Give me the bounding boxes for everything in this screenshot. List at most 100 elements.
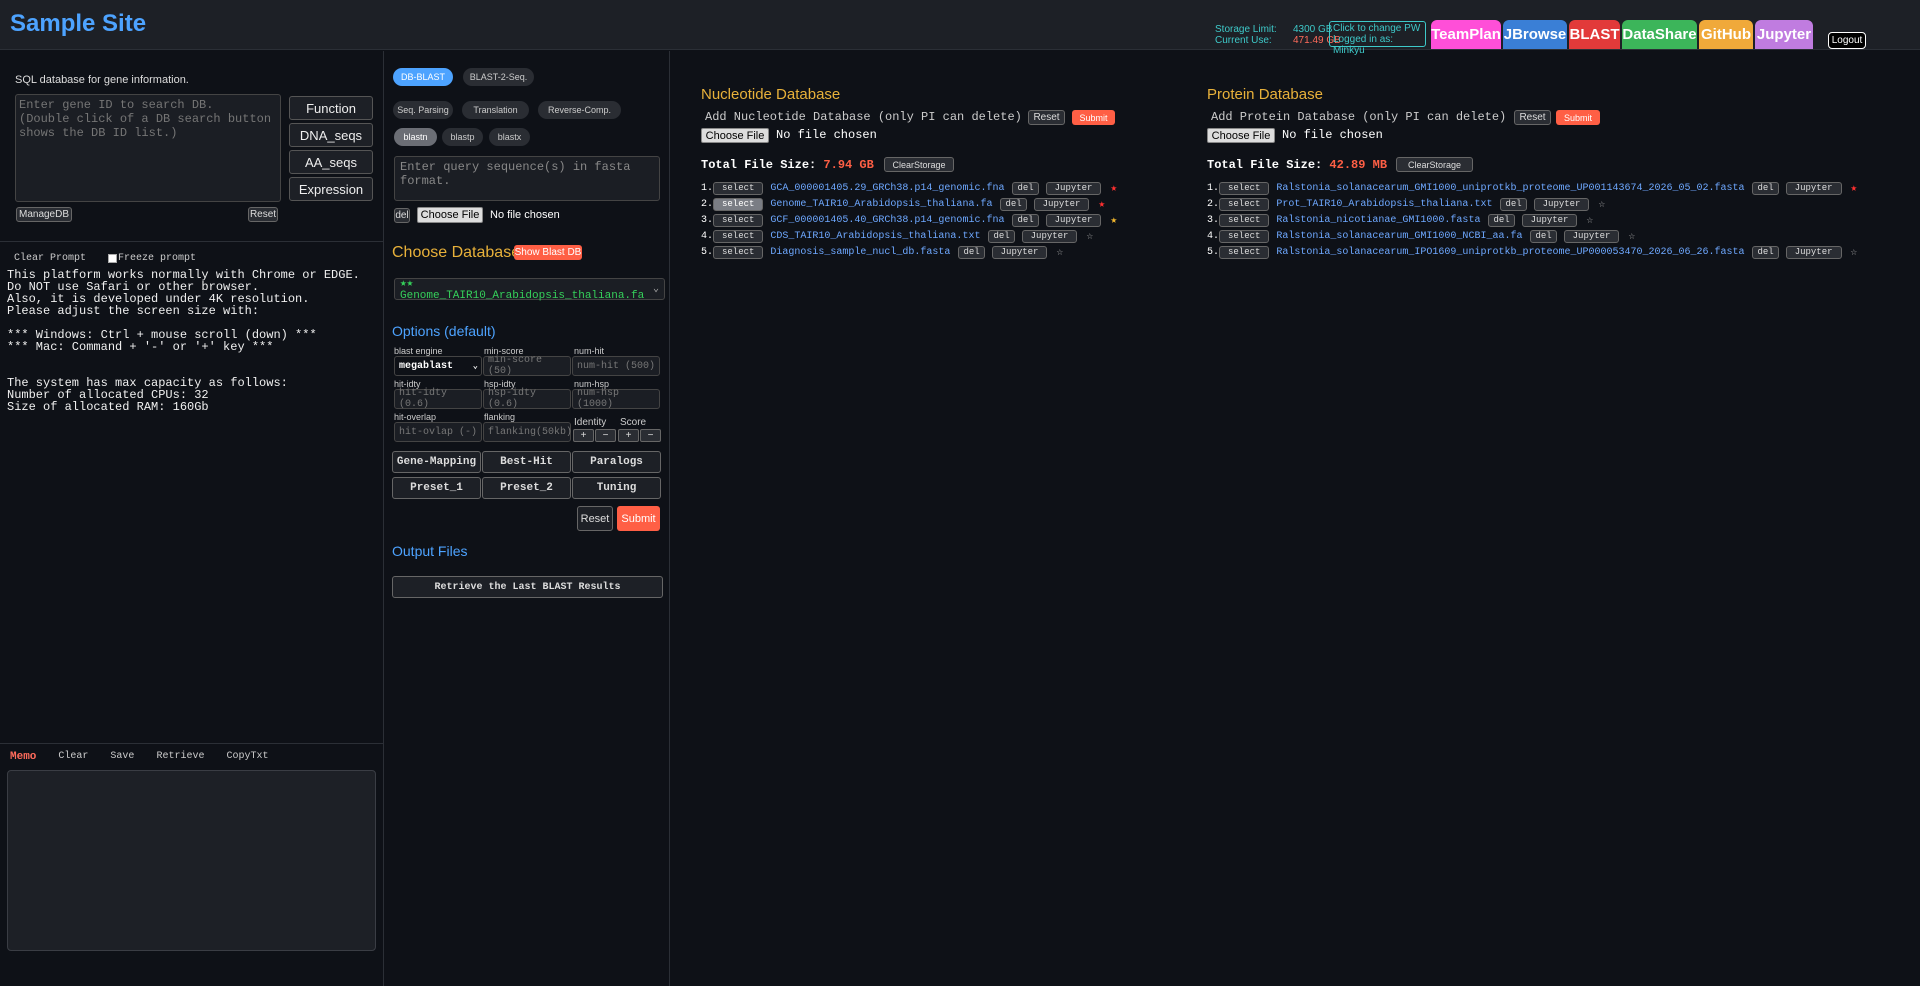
- protein-choose-file-button[interactable]: Choose File: [1207, 128, 1275, 143]
- delete-button[interactable]: del: [1000, 197, 1027, 211]
- blast-reset-button[interactable]: Reset: [577, 506, 613, 531]
- memo-clear-button[interactable]: Clear: [58, 751, 88, 763]
- hsp-idty-input[interactable]: hsp-idty (0.6): [483, 388, 571, 410]
- reverse-comp-button[interactable]: Reverse-Comp.: [538, 101, 621, 119]
- program-blastp[interactable]: blastp: [442, 128, 483, 146]
- jupyter-button[interactable]: Jupyter: [1045, 213, 1102, 227]
- delete-button[interactable]: del: [1012, 213, 1039, 227]
- protein-clear-storage-button[interactable]: ClearStorage: [1396, 157, 1473, 172]
- memo-copy-button[interactable]: CopyTxt: [226, 751, 268, 763]
- delete-button[interactable]: del: [1488, 213, 1515, 227]
- function-button[interactable]: Function: [289, 96, 373, 120]
- file-name-link[interactable]: Ralstonia_solanacearum_GMI1000_uniprotkb…: [1276, 183, 1744, 194]
- delete-button[interactable]: del: [1012, 181, 1039, 195]
- site-title[interactable]: Sample Site: [10, 10, 146, 38]
- query-del-button[interactable]: del: [394, 208, 410, 223]
- delete-button[interactable]: del: [1752, 181, 1779, 195]
- app-datashare-button[interactable]: DataShare: [1622, 20, 1697, 49]
- select-button[interactable]: select: [713, 245, 764, 259]
- jupyter-button[interactable]: Jupyter: [991, 245, 1048, 259]
- preset-1-button[interactable]: Preset_1: [392, 477, 481, 499]
- identity-minus-button[interactable]: −: [595, 429, 616, 442]
- file-name-link[interactable]: Genome_TAIR10_Arabidopsis_thaliana.fa: [770, 199, 992, 210]
- nucleotide-choose-file-button[interactable]: Choose File: [701, 128, 769, 143]
- manage-db-button[interactable]: ManageDB: [16, 207, 72, 222]
- file-name-link[interactable]: GCA_000001405.29_GRCh38.p14_genomic.fna: [770, 183, 1004, 194]
- file-name-link[interactable]: Diagnosis_sample_nucl_db.fasta: [770, 247, 950, 258]
- select-button[interactable]: select: [713, 181, 764, 195]
- delete-button[interactable]: del: [1752, 245, 1779, 259]
- gene-reset-button[interactable]: Reset: [248, 207, 278, 222]
- delete-button[interactable]: del: [1500, 197, 1527, 211]
- freeze-prompt-checkbox[interactable]: [108, 254, 118, 263]
- star-icon[interactable]: ★: [1110, 213, 1117, 227]
- tab-db-blast[interactable]: DB-BLAST: [393, 68, 453, 86]
- star-icon[interactable]: ★: [1851, 181, 1858, 195]
- select-button[interactable]: select: [1219, 181, 1270, 195]
- app-jbrowse-button[interactable]: JBrowse: [1503, 20, 1567, 49]
- file-name-link[interactable]: Prot_TAIR10_Arabidopsis_thaliana.txt: [1276, 199, 1492, 210]
- delete-button[interactable]: del: [958, 245, 985, 259]
- jupyter-button[interactable]: Jupyter: [1785, 245, 1842, 259]
- star-icon[interactable]: ☆: [1851, 245, 1858, 259]
- identity-plus-button[interactable]: +: [573, 429, 594, 442]
- star-icon[interactable]: ☆: [1628, 229, 1635, 243]
- show-blast-db-button[interactable]: Show Blast DB: [514, 245, 582, 260]
- query-choose-file-button[interactable]: Choose File: [417, 207, 483, 223]
- file-name-link[interactable]: GCF_000001405.40_GRCh38.p14_genomic.fna: [770, 215, 1004, 226]
- file-name-link[interactable]: Ralstonia_nicotianae_GMI1000.fasta: [1276, 215, 1480, 226]
- protein-submit-button[interactable]: Submit: [1556, 110, 1600, 125]
- hit-idty-input[interactable]: hit-idty (0.6): [394, 388, 482, 410]
- gene-id-search-input[interactable]: [15, 94, 281, 202]
- app-teamplan-button[interactable]: TeamPlan: [1431, 20, 1501, 49]
- logout-button[interactable]: Logout: [1828, 32, 1866, 49]
- nucleotide-reset-button[interactable]: Reset: [1028, 110, 1065, 125]
- protein-reset-button[interactable]: Reset: [1514, 110, 1551, 125]
- seq-parsing-button[interactable]: Seq. Parsing: [393, 101, 453, 119]
- star-icon[interactable]: ★: [1098, 197, 1105, 211]
- aa-seqs-button[interactable]: AA_seqs: [289, 150, 373, 174]
- select-button[interactable]: select: [713, 197, 764, 211]
- select-button[interactable]: select: [1219, 197, 1270, 211]
- database-select[interactable]: ★★ Genome_TAIR10_Arabidopsis_thaliana.fa…: [394, 278, 665, 302]
- best-hit-button[interactable]: Best-Hit: [482, 451, 571, 473]
- file-name-link[interactable]: CDS_TAIR10_Arabidopsis_thaliana.txt: [770, 231, 980, 242]
- jupyter-button[interactable]: Jupyter: [1021, 229, 1078, 243]
- app-blast-button[interactable]: BLAST: [1569, 20, 1620, 49]
- num-hsp-input[interactable]: num-hsp (1000): [572, 388, 660, 410]
- nucleotide-submit-button[interactable]: Submit: [1072, 110, 1115, 125]
- app-github-button[interactable]: GitHub: [1699, 20, 1753, 49]
- star-icon[interactable]: ☆: [1056, 245, 1063, 259]
- star-icon[interactable]: ☆: [1086, 229, 1093, 243]
- app-jupyter-button[interactable]: Jupyter: [1755, 20, 1813, 49]
- star-icon[interactable]: ☆: [1598, 197, 1605, 211]
- select-button[interactable]: select: [713, 213, 764, 227]
- memo-save-button[interactable]: Save: [110, 751, 134, 763]
- star-icon[interactable]: ★: [1110, 181, 1117, 195]
- tuning-button[interactable]: Tuning: [572, 477, 661, 499]
- dna-seqs-button[interactable]: DNA_seqs: [289, 123, 373, 147]
- file-name-link[interactable]: Ralstonia_solanacearum_GMI1000_NCBI_aa.f…: [1276, 231, 1522, 242]
- memo-textarea[interactable]: [7, 770, 376, 951]
- select-button[interactable]: select: [1219, 245, 1270, 259]
- paralogs-button[interactable]: Paralogs: [572, 451, 661, 473]
- tab-blast-2-seq[interactable]: BLAST-2-Seq.: [463, 68, 534, 86]
- delete-button[interactable]: del: [1530, 229, 1557, 243]
- jupyter-button[interactable]: Jupyter: [1521, 213, 1578, 227]
- preset-2-button[interactable]: Preset_2: [482, 477, 571, 499]
- score-minus-button[interactable]: −: [640, 429, 661, 442]
- nucleotide-clear-storage-button[interactable]: ClearStorage: [884, 157, 954, 172]
- memo-retrieve-button[interactable]: Retrieve: [156, 751, 204, 763]
- jupyter-button[interactable]: Jupyter: [1033, 197, 1090, 211]
- expression-button[interactable]: Expression: [289, 177, 373, 201]
- select-button[interactable]: select: [1219, 213, 1270, 227]
- jupyter-button[interactable]: Jupyter: [1045, 181, 1102, 195]
- jupyter-button[interactable]: Jupyter: [1563, 229, 1620, 243]
- change-password-button[interactable]: Click to change PW Logged in as: Minkyu: [1329, 21, 1426, 56]
- select-button[interactable]: select: [713, 229, 764, 243]
- flanking-input[interactable]: flanking(50kb): [483, 422, 572, 442]
- star-icon[interactable]: ☆: [1586, 213, 1593, 227]
- program-blastn[interactable]: blastn: [394, 128, 437, 146]
- clear-prompt-button[interactable]: Clear Prompt: [14, 253, 86, 264]
- select-button[interactable]: select: [1219, 229, 1270, 243]
